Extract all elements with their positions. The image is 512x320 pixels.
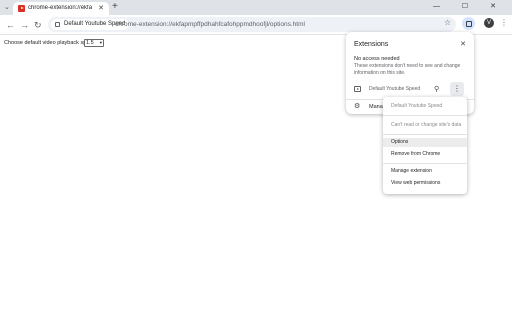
extensions-button[interactable] bbox=[462, 17, 475, 30]
menu-item-remove[interactable]: Remove from Chrome bbox=[391, 151, 440, 158]
extension-context-menu: Default Youtube Speed Can't read or chan… bbox=[383, 97, 467, 194]
tab-close-icon[interactable]: ✕ bbox=[98, 4, 104, 13]
pin-icon[interactable]: ⚲ bbox=[434, 85, 439, 93]
url-text[interactable]: chrome-extension://ekfapmpffpdhahfcafohp… bbox=[115, 20, 305, 30]
access-section-description: These extensions don't need to see and c… bbox=[354, 63, 461, 76]
chrome-menu-icon[interactable]: ⋮ bbox=[500, 18, 508, 28]
extension-row[interactable]: Default Youtube Speed ⚲ ⋮ bbox=[346, 82, 474, 97]
extensions-panel-title: Extensions bbox=[354, 41, 389, 48]
tab-title: chrome-extension://ekfapmpffpd bbox=[28, 4, 92, 11]
tab-strip: ⌄ chrome-extension://ekfapmpffpd ✕ + — ☐… bbox=[0, 0, 512, 15]
tab-search-icon[interactable]: ⌄ bbox=[4, 3, 10, 11]
menu-item-options[interactable]: Options bbox=[391, 139, 408, 146]
profile-avatar[interactable]: V bbox=[484, 18, 494, 28]
back-icon[interactable]: ← bbox=[6, 19, 15, 31]
extension-menu-button[interactable]: ⋮ bbox=[450, 82, 464, 96]
youtube-favicon-icon bbox=[18, 5, 25, 12]
speed-select[interactable]: 1.5 ▾ bbox=[84, 38, 104, 47]
puzzle-icon bbox=[465, 20, 472, 27]
menu-item-manage-extension[interactable]: Manage extension bbox=[391, 168, 432, 175]
chevron-down-icon: ▾ bbox=[99, 39, 102, 45]
menu-item-extension-name: Default Youtube Speed bbox=[391, 103, 443, 109]
menu-item-view-permissions[interactable]: View web permissions bbox=[391, 180, 440, 187]
reload-icon[interactable]: ↻ bbox=[34, 19, 42, 31]
bookmark-star-icon[interactable]: ☆ bbox=[444, 18, 451, 27]
gear-icon: ⚙ bbox=[354, 103, 361, 110]
address-bar[interactable]: Default Youtube Speed chrome-extension:/… bbox=[48, 17, 456, 32]
extension-page-icon bbox=[55, 22, 60, 27]
window-controls[interactable]: — ☐ ✕ bbox=[433, 2, 506, 10]
extension-name: Default Youtube Speed bbox=[369, 86, 421, 92]
divider bbox=[383, 134, 467, 135]
divider bbox=[383, 115, 467, 116]
speed-label: Choose default video playback speed: bbox=[4, 40, 97, 46]
close-icon[interactable]: ✕ bbox=[460, 40, 466, 48]
divider bbox=[383, 163, 467, 164]
forward-icon[interactable]: → bbox=[20, 19, 29, 31]
new-tab-button[interactable]: + bbox=[112, 1, 118, 13]
access-section-heading: No access needed bbox=[354, 56, 400, 62]
extension-video-icon bbox=[354, 86, 361, 92]
speed-select-value: 1.5 bbox=[86, 39, 94, 46]
menu-item-site-access: Can't read or change site's data bbox=[391, 122, 462, 128]
tab-active[interactable]: chrome-extension://ekfapmpffpd ✕ bbox=[13, 2, 109, 15]
